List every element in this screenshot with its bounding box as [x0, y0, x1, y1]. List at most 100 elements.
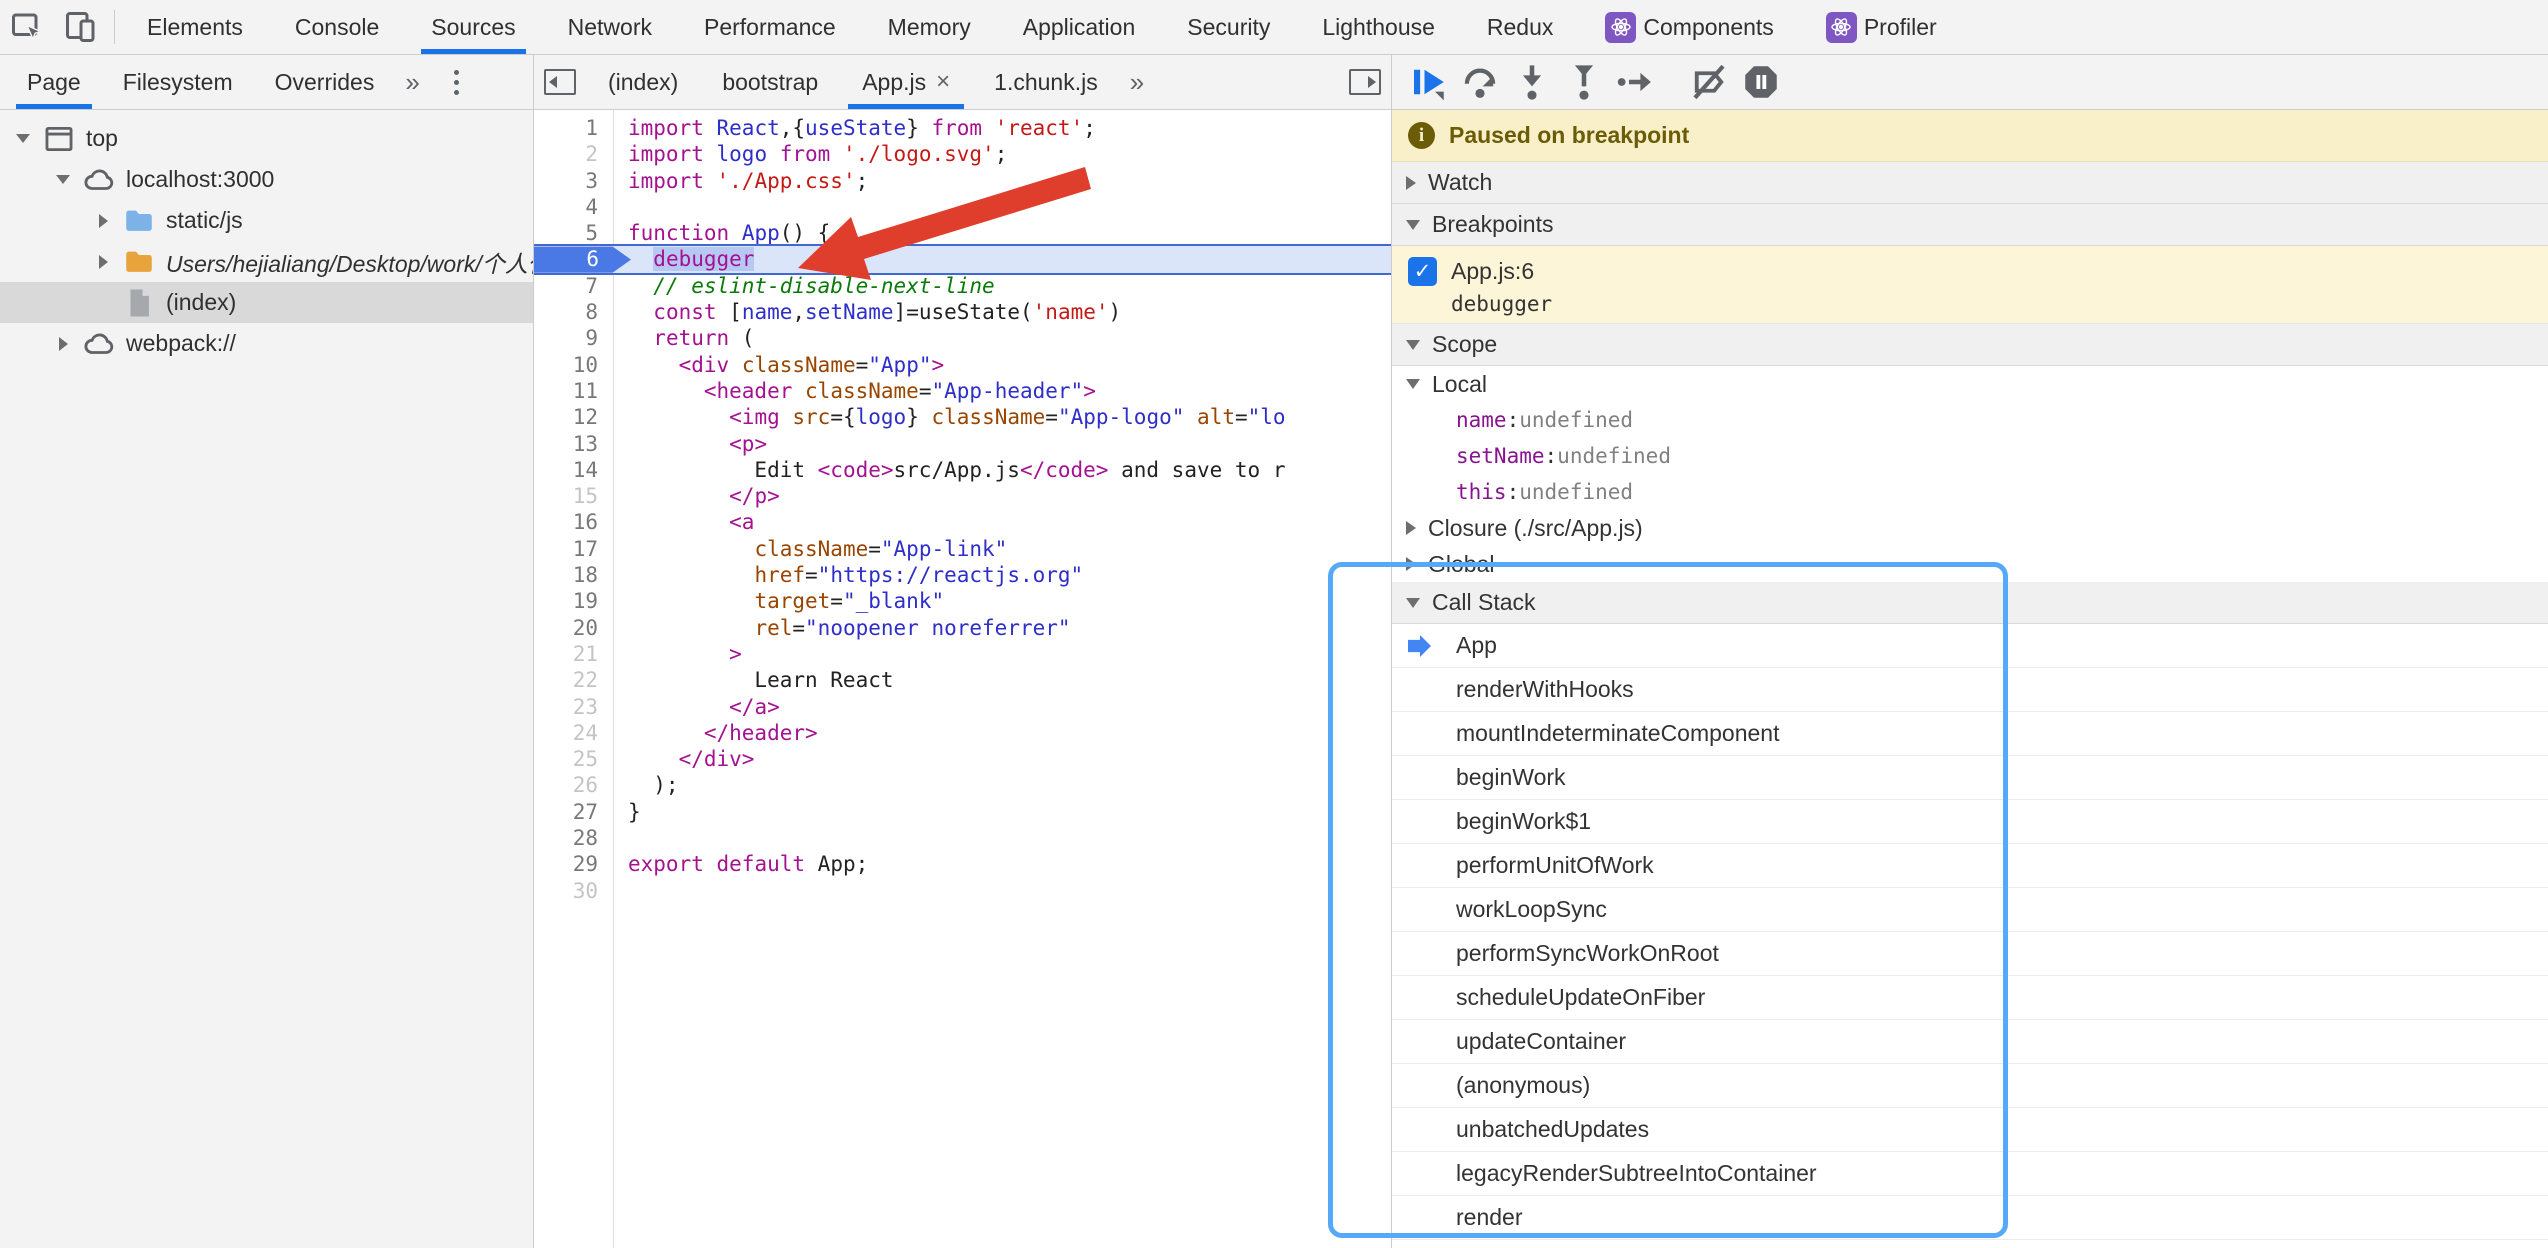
- pause-on-exceptions-icon[interactable]: [1739, 60, 1783, 104]
- tab-elements[interactable]: Elements: [121, 0, 269, 54]
- code-line-27[interactable]: 27}: [534, 799, 1391, 825]
- code-line-15[interactable]: 15 </p>: [534, 483, 1391, 509]
- line-number-11[interactable]: 11: [534, 378, 613, 404]
- line-number-14[interactable]: 14: [534, 457, 613, 483]
- file-tab-index[interactable]: (index): [586, 55, 700, 109]
- callstack-frame-beginwork[interactable]: beginWork: [1392, 756, 2548, 800]
- line-number-22[interactable]: 22: [534, 667, 613, 693]
- line-number-5[interactable]: 5: [534, 220, 613, 246]
- more-options-icon[interactable]: [438, 55, 475, 109]
- code-line-25[interactable]: 25 </div>: [534, 746, 1391, 772]
- navigator-tab-filesystem[interactable]: Filesystem: [102, 55, 254, 109]
- navigator-tab-overrides[interactable]: Overrides: [254, 55, 396, 109]
- more-tabs-chevron-icon[interactable]: »: [395, 55, 429, 109]
- scope-global-row[interactable]: Global: [1392, 546, 2548, 582]
- deactivate-breakpoints-icon[interactable]: [1687, 60, 1731, 104]
- code-line-28[interactable]: 28: [534, 825, 1391, 851]
- line-number-16[interactable]: 16: [534, 509, 613, 535]
- chevron-down-icon[interactable]: [50, 175, 76, 184]
- callstack-frame-renderwithhooks[interactable]: renderWithHooks: [1392, 668, 2548, 712]
- tree-item-users-hejialiang-desktop-work-个人代码[interactable]: Users/hejialiang/Desktop/work/个人代码: [0, 241, 533, 282]
- code-line-18[interactable]: 18 href="https://reactjs.org": [534, 562, 1391, 588]
- scope-local-row[interactable]: Local: [1392, 366, 2548, 402]
- tree-item-top[interactable]: top: [0, 118, 533, 159]
- callstack-frame-scheduleupdateonfiber[interactable]: scheduleUpdateOnFiber: [1392, 976, 2548, 1020]
- tree-item-static-js[interactable]: static/js: [0, 200, 533, 241]
- tree-item-localhost-3000[interactable]: localhost:3000: [0, 159, 533, 200]
- tab-redux[interactable]: Redux: [1461, 0, 1579, 54]
- tab-lighthouse[interactable]: Lighthouse: [1296, 0, 1461, 54]
- breakpoints-section-header[interactable]: Breakpoints: [1392, 204, 2548, 246]
- navigator-tab-page[interactable]: Page: [6, 55, 102, 109]
- tab-profiler[interactable]: Profiler: [1800, 0, 1963, 54]
- code-line-20[interactable]: 20 rel="noopener noreferrer": [534, 615, 1391, 641]
- code-line-6[interactable]: 6 debugger: [534, 246, 1391, 272]
- code-line-16[interactable]: 16 <a: [534, 509, 1391, 535]
- chevron-right-icon[interactable]: [50, 337, 76, 351]
- scope-variable-this[interactable]: this: undefined: [1392, 474, 2548, 510]
- code-line-22[interactable]: 22 Learn React: [534, 667, 1391, 693]
- code-line-10[interactable]: 10 <div className="App">: [534, 352, 1391, 378]
- callstack-frame-beginwork-1[interactable]: beginWork$1: [1392, 800, 2548, 844]
- callstack-frame-legacyrendersubtreeintocontainer[interactable]: legacyRenderSubtreeIntoContainer: [1392, 1152, 2548, 1196]
- breakpoint-entry[interactable]: ✓ App.js:6 debugger: [1392, 246, 2548, 324]
- line-number-10[interactable]: 10: [534, 352, 613, 378]
- chevron-right-icon[interactable]: [90, 214, 116, 228]
- code-line-7[interactable]: 7 // eslint-disable-next-line: [534, 273, 1391, 299]
- code-line-26[interactable]: 26 );: [534, 772, 1391, 798]
- collapse-sidebar-icon[interactable]: [534, 55, 586, 109]
- line-number-21[interactable]: 21: [534, 641, 613, 667]
- line-number-19[interactable]: 19: [534, 588, 613, 614]
- line-number-17[interactable]: 17: [534, 536, 613, 562]
- scope-variable-name[interactable]: name: undefined: [1392, 402, 2548, 438]
- code-line-2[interactable]: 2import logo from './logo.svg';: [534, 141, 1391, 167]
- step-icon[interactable]: [1614, 60, 1658, 104]
- step-out-icon[interactable]: [1562, 60, 1606, 104]
- tree-item-webpack[interactable]: webpack://: [0, 323, 533, 364]
- chevron-down-icon[interactable]: [10, 134, 36, 143]
- code-line-12[interactable]: 12 <img src={logo} className="App-logo" …: [534, 404, 1391, 430]
- tree-item-index[interactable]: (index): [0, 282, 533, 323]
- code-line-1[interactable]: 1import React,{useState} from 'react';: [534, 115, 1391, 141]
- line-number-20[interactable]: 20: [534, 615, 613, 641]
- line-number-9[interactable]: 9: [534, 325, 613, 351]
- step-over-icon[interactable]: [1458, 60, 1502, 104]
- line-number-30[interactable]: 30: [534, 878, 613, 904]
- tab-security[interactable]: Security: [1161, 0, 1296, 54]
- line-number-18[interactable]: 18: [534, 562, 613, 588]
- callstack-frame-workloopsync[interactable]: workLoopSync: [1392, 888, 2548, 932]
- line-number-7[interactable]: 7: [534, 273, 613, 299]
- line-number-23[interactable]: 23: [534, 694, 613, 720]
- line-number-2[interactable]: 2: [534, 141, 613, 167]
- callstack-frame-mountindeterminatecomponent[interactable]: mountIndeterminateComponent: [1392, 712, 2548, 756]
- tab-network[interactable]: Network: [542, 0, 678, 54]
- close-icon[interactable]: ×: [936, 70, 950, 94]
- code-line-4[interactable]: 4: [534, 194, 1391, 220]
- code-line-5[interactable]: 5function App() {: [534, 220, 1391, 246]
- code-line-11[interactable]: 11 <header className="App-header">: [534, 378, 1391, 404]
- callstack-frame-performunitofwork[interactable]: performUnitOfWork: [1392, 844, 2548, 888]
- expand-debugger-panel-icon[interactable]: [1339, 55, 1391, 109]
- scope-section-header[interactable]: Scope: [1392, 324, 2548, 366]
- line-number-25[interactable]: 25: [534, 746, 613, 772]
- tab-performance[interactable]: Performance: [678, 0, 862, 54]
- callstack-frame-unbatchedupdates[interactable]: unbatchedUpdates: [1392, 1108, 2548, 1152]
- line-number-27[interactable]: 27: [534, 799, 613, 825]
- callstack-frame-render[interactable]: render: [1392, 1196, 2548, 1240]
- code-line-24[interactable]: 24 </header>: [534, 720, 1391, 746]
- chevron-right-icon[interactable]: [90, 255, 116, 269]
- line-number-1[interactable]: 1: [534, 115, 613, 141]
- code-line-29[interactable]: 29export default App;: [534, 851, 1391, 877]
- scope-closure-row[interactable]: Closure (./src/App.js): [1392, 510, 2548, 546]
- line-number-6[interactable]: 6: [534, 246, 631, 272]
- resume-icon[interactable]: [1406, 60, 1450, 104]
- line-number-4[interactable]: 4: [534, 194, 613, 220]
- code-line-9[interactable]: 9 return (: [534, 325, 1391, 351]
- breakpoint-location[interactable]: App.js:6: [1451, 258, 1534, 285]
- code-editor[interactable]: 1import React,{useState} from 'react';2i…: [534, 110, 1392, 1248]
- code-line-3[interactable]: 3import './App.css';: [534, 168, 1391, 194]
- watch-section-header[interactable]: Watch: [1392, 162, 2548, 204]
- line-number-13[interactable]: 13: [534, 431, 613, 457]
- line-number-3[interactable]: 3: [534, 168, 613, 194]
- tab-console[interactable]: Console: [269, 0, 405, 54]
